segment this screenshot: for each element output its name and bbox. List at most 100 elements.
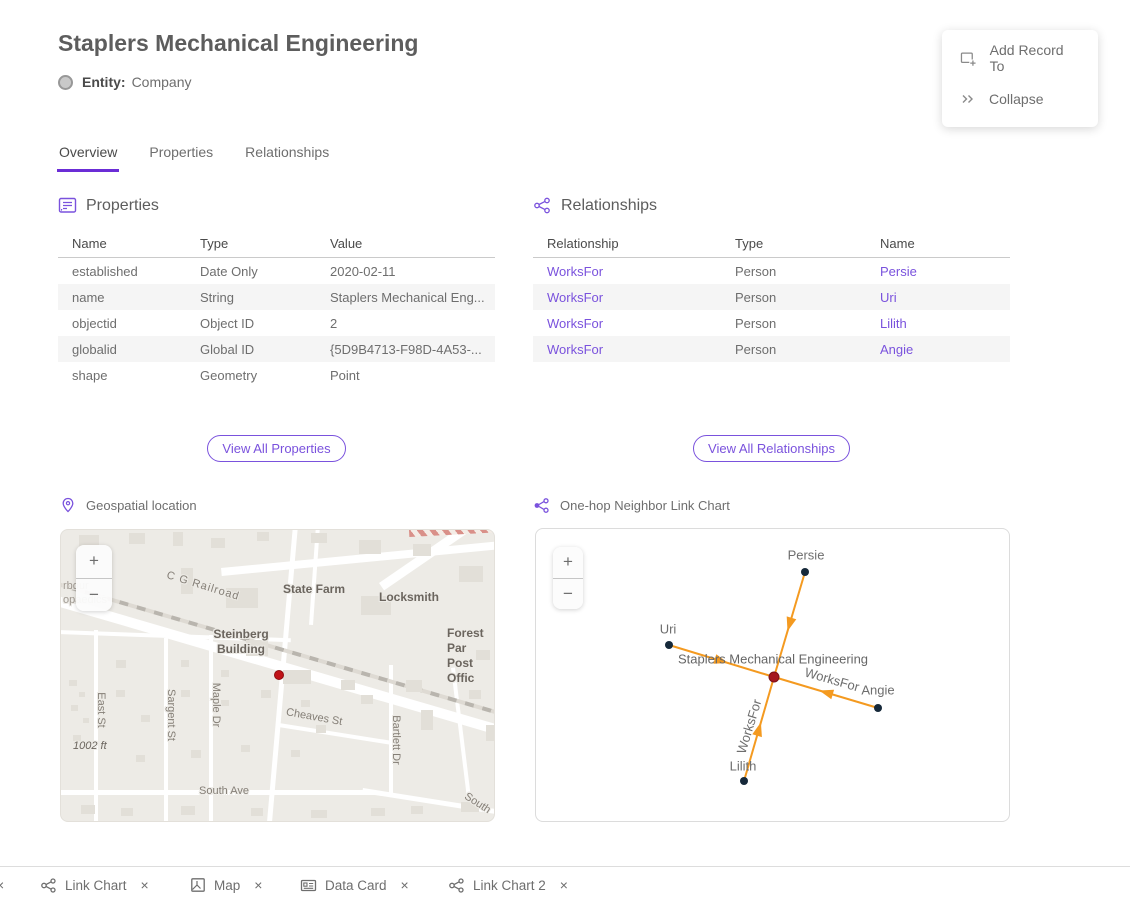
view-tab-data-card[interactable]: Data Card × (300, 867, 409, 903)
map-panel[interactable]: rbour opaedics C G Railroad State Farm L… (60, 529, 495, 822)
map-building (361, 695, 373, 704)
view-tab-label: Map (214, 878, 240, 893)
cell-name: objectid (58, 316, 186, 331)
menu-item-label: Collapse (989, 91, 1043, 107)
node-lilith[interactable] (740, 777, 748, 785)
map-building (241, 745, 250, 752)
linkchart-section-header: One-hop Neighbor Link Chart (533, 497, 730, 514)
view-all-properties-button[interactable]: View All Properties (207, 435, 345, 462)
entity-type-dot-icon (58, 75, 73, 90)
table-row: name String Staplers Mechanical Eng... (58, 284, 495, 310)
map-road (309, 529, 320, 625)
node-angie[interactable] (874, 704, 882, 712)
cell-value: 2 (316, 316, 495, 331)
map-building (181, 660, 189, 667)
node-label-uri: Uri (660, 622, 677, 637)
map-building (191, 750, 201, 758)
linkchart-section-title: One-hop Neighbor Link Chart (560, 498, 730, 513)
entity-link[interactable]: Angie (866, 342, 1010, 357)
column-header: Type (186, 236, 316, 251)
map-building (311, 533, 327, 543)
tab-relationships[interactable]: Relationships (243, 142, 331, 172)
view-tab-map[interactable]: Map × (190, 867, 262, 903)
zoom-out-button[interactable]: − (553, 579, 583, 610)
map-building (411, 806, 423, 814)
relationship-link[interactable]: WorksFor (533, 342, 721, 357)
relationship-link[interactable]: WorksFor (533, 264, 721, 279)
node-persie[interactable] (801, 568, 809, 576)
relationship-link[interactable]: WorksFor (533, 290, 721, 305)
map-building (221, 670, 229, 677)
zoom-in-button[interactable]: + (76, 545, 112, 578)
map-building (69, 680, 77, 686)
collapse-icon (960, 91, 976, 107)
map-building (283, 670, 311, 684)
map-building (71, 705, 78, 711)
tab-properties[interactable]: Properties (147, 142, 215, 172)
cell-type: Person (721, 316, 866, 331)
table-row: WorksFor Person Angie (533, 336, 1010, 362)
zoom-in-button[interactable]: + (553, 547, 583, 578)
map-pin-icon (60, 497, 76, 513)
properties-icon (58, 196, 77, 215)
cell-type: Date Only (186, 264, 316, 279)
cell-name: established (58, 264, 186, 279)
entity-link[interactable]: Persie (866, 264, 1010, 279)
relationships-section-title: Relationships (561, 197, 657, 215)
zoom-out-button[interactable]: − (76, 579, 112, 612)
linkchart-panel[interactable]: Persie Uri Angie Lilith Staplers Mechani… (535, 528, 1010, 822)
view-all-relationships-button[interactable]: View All Relationships (693, 435, 850, 462)
map-building (469, 690, 481, 699)
linkchart-zoom-control: + − (553, 547, 583, 609)
map-label-south-ave: South Ave (199, 785, 249, 799)
view-tab-link-chart[interactable]: Link Chart × (40, 867, 149, 903)
node-center-company[interactable] (769, 672, 779, 682)
cell-type: Object ID (186, 316, 316, 331)
map-building (181, 690, 190, 697)
menu-item-collapse[interactable]: Collapse (942, 82, 1098, 116)
entity-location-marker[interactable] (274, 670, 284, 680)
cell-value: {5D9B4713-F98D-4A53-... (316, 342, 495, 357)
map-building (79, 692, 85, 697)
close-tab-icon[interactable]: × (141, 877, 149, 893)
partial-tab-close-icon[interactable]: × (0, 867, 4, 903)
close-tab-icon[interactable]: × (401, 877, 409, 893)
map-building (129, 533, 145, 544)
map-building (83, 718, 89, 723)
close-tab-icon[interactable]: × (254, 877, 262, 893)
menu-item-add-record-to[interactable]: Add Record To (942, 41, 1098, 75)
map-label-maple-dr: Maple Dr (208, 683, 222, 728)
relationship-link[interactable]: WorksFor (533, 316, 721, 331)
cell-type: Person (721, 264, 866, 279)
entity-link[interactable]: Uri (866, 290, 1010, 305)
link-chart-icon (40, 877, 57, 894)
view-tab-link-chart-2[interactable]: Link Chart 2 × (448, 867, 568, 903)
cell-name: shape (58, 368, 186, 383)
table-row: shape Geometry Point (58, 362, 495, 388)
map-building (121, 808, 133, 816)
node-label-angie: Angie (861, 683, 894, 698)
map-building (257, 532, 269, 541)
tab-overview[interactable]: Overview (57, 142, 119, 172)
map-road (451, 668, 471, 796)
map-building (136, 755, 145, 762)
cell-type: Person (721, 290, 866, 305)
view-tab-label: Link Chart (65, 878, 127, 893)
close-tab-icon[interactable]: × (560, 877, 568, 893)
map-building (486, 725, 495, 741)
entity-link[interactable]: Lilith (866, 316, 1010, 331)
map-road (221, 540, 495, 576)
view-tab-label: Data Card (325, 878, 387, 893)
node-uri[interactable] (665, 641, 673, 649)
column-header: Name (866, 236, 1010, 251)
entity-label: Entity: (82, 74, 126, 90)
context-menu: Add Record To Collapse (942, 30, 1098, 127)
view-tab-label: Link Chart 2 (473, 878, 546, 893)
map-label-post-office: Forest Par Post Offic (447, 626, 494, 686)
column-header: Value (316, 236, 495, 251)
map-label-locksmith: Locksmith (379, 590, 439, 605)
cell-value: Point (316, 368, 495, 383)
link-chart-icon (533, 497, 550, 514)
entity-row: Entity: Company (58, 74, 191, 90)
properties-table-header: Name Type Value (58, 229, 495, 258)
